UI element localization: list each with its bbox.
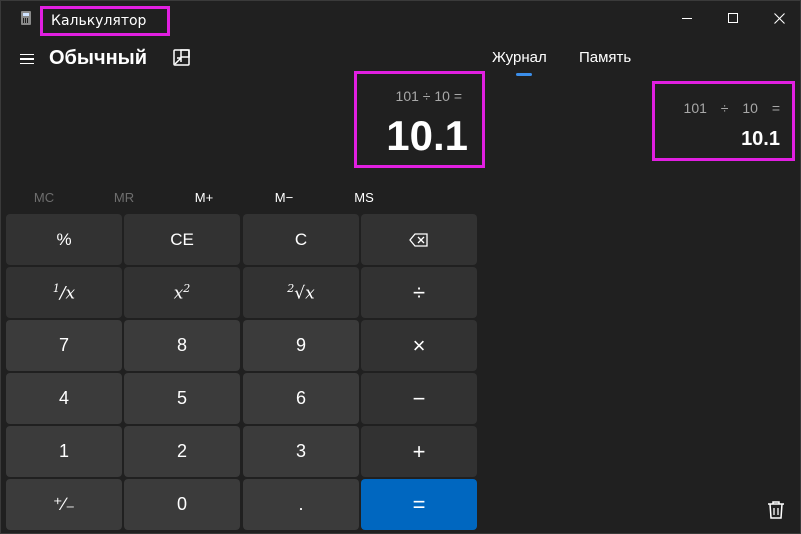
trash-icon[interactable]	[765, 499, 787, 521]
close-button[interactable]	[756, 1, 801, 35]
tab-journal[interactable]: Журнал	[492, 48, 547, 68]
display-value: 10.1	[386, 112, 468, 159]
clear-button[interactable]: C	[243, 214, 359, 265]
mode-title: Обычный	[49, 47, 148, 69]
square-label: x2	[173, 281, 191, 304]
title-bar: Калькулятор	[1, 1, 801, 37]
plus-button[interactable]: +	[361, 426, 477, 477]
digit-0-button[interactable]: 0	[124, 479, 240, 530]
negate-button[interactable]: ⁺∕₋	[6, 479, 122, 530]
tab-memory[interactable]: Память	[579, 48, 631, 68]
maximize-button[interactable]	[710, 1, 756, 35]
digit-7-button[interactable]: 7	[6, 320, 122, 371]
display-expression: 101 ÷ 10 =	[395, 88, 462, 104]
digit-5-button[interactable]: 5	[124, 373, 240, 424]
clear-entry-button[interactable]: CE	[124, 214, 240, 265]
multiply-button[interactable]: ×	[361, 320, 477, 371]
digit-1-button[interactable]: 1	[6, 426, 122, 477]
equals-button[interactable]: =	[361, 479, 477, 530]
close-icon	[773, 12, 785, 24]
memory-store-button[interactable]: MS	[325, 185, 403, 211]
square-root-button[interactable]: 2√x	[243, 267, 359, 318]
calculator-app-icon	[21, 11, 31, 25]
minus-button[interactable]: −	[361, 373, 477, 424]
memory-recall-button: MR	[113, 190, 135, 205]
digit-3-button[interactable]: 3	[243, 426, 359, 477]
percent-button[interactable]: %	[6, 214, 122, 265]
history-entry[interactable]: 101 ÷ 10 = 10.1	[652, 81, 795, 161]
calculator-window: Калькулятор Обычный Журнал Память 101 ÷ …	[0, 0, 801, 534]
reciprocal-button[interactable]: 1/x	[6, 267, 122, 318]
square-button[interactable]: x2	[124, 267, 240, 318]
display: 101 ÷ 10 = 10.1	[354, 71, 485, 168]
digit-9-button[interactable]: 9	[243, 320, 359, 371]
minimize-button[interactable]	[664, 1, 710, 35]
backspace-icon	[409, 232, 428, 247]
memory-subtract-button[interactable]: M−	[245, 185, 323, 211]
active-tab-indicator	[516, 73, 532, 76]
minimize-icon	[682, 17, 692, 19]
reciprocal-label: 1/x	[52, 281, 76, 304]
divide-button[interactable]: ÷	[361, 267, 477, 318]
digit-8-button[interactable]: 8	[124, 320, 240, 371]
menu-icon[interactable]	[15, 47, 39, 71]
digit-2-button[interactable]: 2	[124, 426, 240, 477]
backspace-button[interactable]	[361, 214, 477, 265]
memory-clear-button: MC	[33, 190, 55, 205]
window-title: Калькулятор	[40, 6, 170, 36]
decimal-button[interactable]: .	[243, 479, 359, 530]
digit-4-button[interactable]: 4	[6, 373, 122, 424]
maximize-icon	[728, 13, 738, 23]
memory-add-button[interactable]: M+	[165, 185, 243, 211]
history-result: 10.1	[741, 128, 780, 150]
keep-on-top-icon[interactable]	[171, 47, 193, 69]
square-root-label: 2√x	[287, 281, 315, 304]
digit-6-button[interactable]: 6	[243, 373, 359, 424]
history-expression: 101 ÷ 10 =	[683, 100, 780, 116]
